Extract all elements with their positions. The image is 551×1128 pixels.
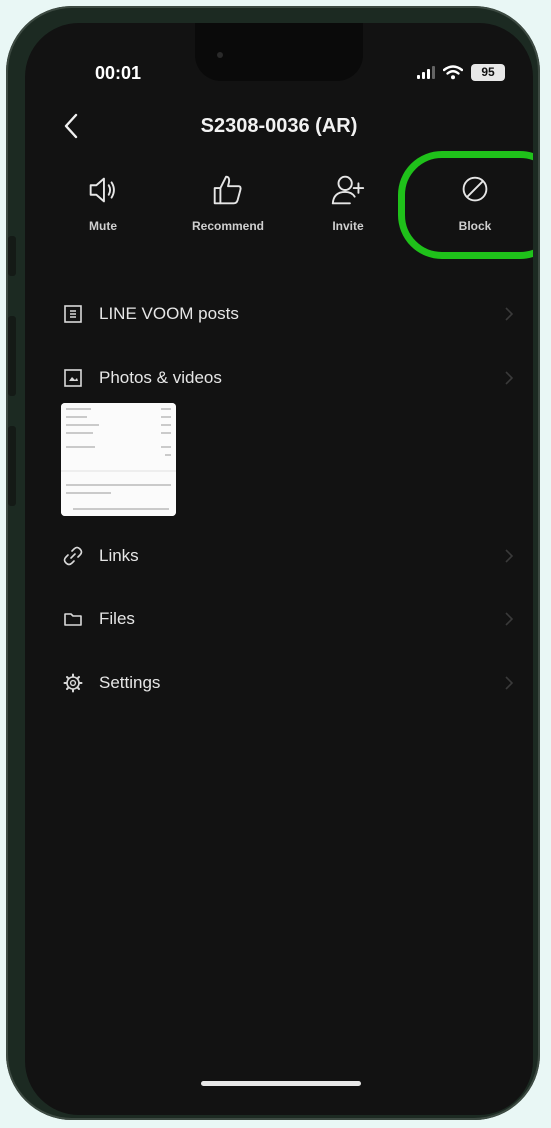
silent-switch [8, 236, 16, 276]
speaker-icon [89, 177, 115, 203]
menu-item-photos-videos[interactable]: Photos & videos [25, 355, 533, 401]
menu-label-photos-videos: Photos & videos [99, 368, 222, 387]
chevron-right-icon [505, 307, 514, 321]
menu-label-line-voom-posts: LINE VOOM posts [99, 304, 239, 323]
invite-label: Invite [332, 219, 364, 233]
chevron-right-icon [505, 371, 514, 385]
menu-item-links[interactable]: Links [25, 533, 533, 579]
recommend-button[interactable]: Recommend [173, 171, 283, 233]
chevron-right-icon [505, 676, 514, 690]
block-highlight-ring [398, 151, 533, 259]
signal-icon [417, 65, 435, 79]
status-time: 00:01 [95, 63, 142, 83]
chevron-right-icon [505, 612, 514, 626]
post-icon [64, 305, 82, 323]
camera [217, 52, 223, 58]
gear-icon [63, 673, 83, 693]
menu-label-links: Links [99, 546, 139, 565]
thumbs-up-icon [213, 175, 242, 205]
menu-item-line-voom-posts[interactable]: LINE VOOM posts [25, 291, 533, 337]
recommend-label: Recommend [191, 219, 265, 233]
status-icons: 95 [417, 63, 505, 81]
photo-thumbnail[interactable] [61, 403, 176, 516]
add-person-icon [331, 175, 365, 205]
menu-item-settings[interactable]: Settings [25, 660, 533, 706]
page-title: S2308-0036 (AR) [200, 115, 358, 137]
image-icon [64, 369, 82, 387]
menu-label-settings: Settings [99, 673, 161, 692]
link-icon [63, 546, 83, 566]
wifi-icon [443, 65, 463, 80]
menu-label-files: Files [99, 609, 135, 628]
chevron-right-icon [505, 549, 514, 563]
invite-button[interactable]: Invite [293, 171, 403, 233]
header: S2308-0036 (AR) [25, 105, 533, 147]
battery-indicator: 95 [471, 63, 505, 81]
screen: 00:01 95 S2308-0036 (AR) Mute Recommend … [25, 23, 533, 1115]
phone-frame: 00:01 95 S2308-0036 (AR) Mute Recommend … [6, 6, 540, 1120]
notch [195, 23, 363, 81]
mute-button[interactable]: Mute [48, 171, 158, 233]
folder-icon [64, 613, 82, 626]
volume-down-button [8, 426, 16, 506]
volume-up-button [8, 316, 16, 396]
thumbnail-image [61, 403, 176, 516]
menu-item-files[interactable]: Files [25, 596, 533, 642]
home-indicator[interactable] [201, 1081, 361, 1086]
mute-label: Mute [89, 219, 117, 233]
